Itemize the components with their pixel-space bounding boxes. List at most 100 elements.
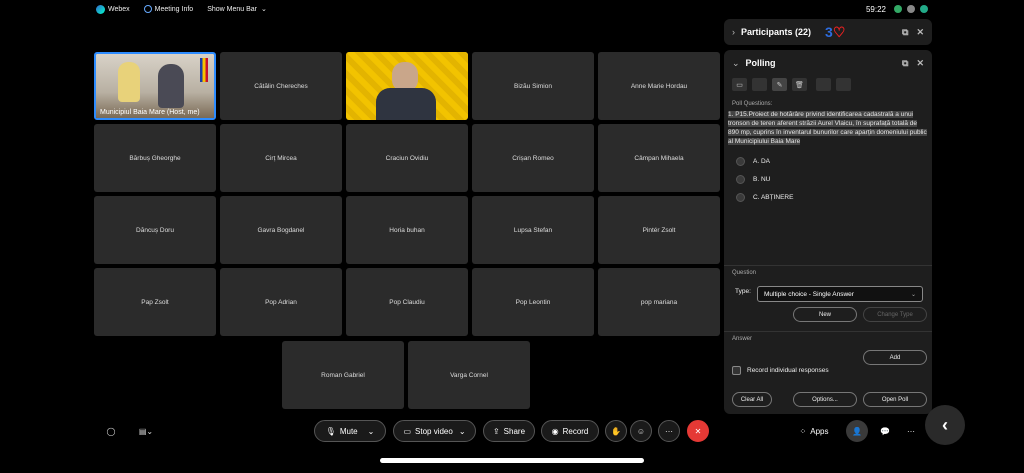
participant-name: Bărbuș Gheorghe [129, 154, 181, 162]
participant-tile[interactable]: Cătălin Chereches [220, 52, 342, 120]
participant-tile[interactable]: pop mariana [598, 268, 720, 336]
info-circle-icon[interactable] [907, 5, 915, 13]
participant-tile[interactable]: Câmpan Mihaela [598, 124, 720, 192]
share-button[interactable]: ⇪ Share [483, 420, 535, 442]
participant-name: Câmpan Mihaela [634, 154, 684, 162]
chevron-down-icon[interactable]: ⌄ [732, 58, 740, 69]
participant-tile[interactable]: Cirț Mircea [220, 124, 342, 192]
participant-video-tile[interactable] [346, 52, 468, 120]
participant-name: Varga Cornel [450, 371, 488, 379]
participant-tile[interactable]: Dăncuș Doru [94, 196, 216, 264]
poll-option[interactable]: A. DA [724, 152, 932, 170]
popout-icon[interactable]: ⧉ [902, 27, 908, 38]
close-icon[interactable]: ✕ [916, 58, 924, 69]
participant-name: Crișan Romeo [512, 154, 554, 162]
raise-hand-icon[interactable]: ✋ [605, 420, 627, 442]
participant-name: Dăncuș Doru [136, 226, 174, 234]
participant-name: Anne Marie Hordau [630, 82, 688, 90]
poll-question-text[interactable]: 1. P15.Proiect de hotărâre privind ident… [728, 110, 928, 146]
new-question-button[interactable]: New [793, 307, 857, 322]
network-icon[interactable] [920, 5, 928, 13]
poll-option-label: B. NU [753, 175, 771, 183]
radio-button[interactable] [736, 174, 745, 184]
shield-icon [894, 5, 902, 13]
participant-tile[interactable]: Crișan Romeo [472, 124, 594, 192]
home-indicator[interactable] [380, 458, 644, 463]
show-menu-bar-button[interactable]: Show Menu Bar ⌄ [207, 5, 267, 14]
captions-icon[interactable]: ▤⌄ [132, 420, 160, 442]
chevron-down-icon[interactable]: ⌄ [368, 427, 375, 436]
chevron-down-icon[interactable]: ⌄ [459, 427, 466, 436]
chevron-right-icon[interactable]: › [732, 27, 735, 37]
add-answer-button[interactable]: Add [863, 350, 927, 365]
polling-title: Polling [745, 58, 776, 68]
type-label: Type: [735, 288, 751, 295]
polling-panel: ⌄ Polling ⧉ ✕ ▭ ✎ 🗑 Poll Questions: 1. P… [724, 50, 932, 414]
participant-tile[interactable]: Gavra Bogdanel [220, 196, 342, 264]
camera-feed [346, 52, 468, 120]
microphone-icon: 🎙 [325, 426, 336, 436]
participant-tile[interactable]: Pintér Zsolt [598, 196, 720, 264]
radio-button[interactable] [736, 156, 745, 166]
mute-button[interactable]: 🎙 Mute ⌄ [314, 420, 386, 442]
popout-icon[interactable]: ⧉ [902, 58, 908, 69]
delete-icon[interactable]: 🗑 [792, 78, 807, 91]
participant-tile[interactable]: Varga Cornel [408, 341, 530, 409]
poll-options-list: A. DA B. NU C. ABȚINERE [724, 152, 932, 206]
move-down-icon[interactable] [836, 78, 851, 91]
participant-tile[interactable]: Craciun Ovidiu [346, 124, 468, 192]
stop-video-button[interactable]: ▭ Stop video ⌄ [393, 420, 476, 442]
participant-tile[interactable]: Pop Adrian [220, 268, 342, 336]
meeting-info-button[interactable]: Meeting Info [143, 5, 194, 13]
webex-menu[interactable]: Webex [96, 4, 130, 14]
more-panels-icon[interactable]: ⋯ [900, 420, 922, 442]
participant-tile[interactable]: Pop Claudiu [346, 268, 468, 336]
participant-tile[interactable]: Bărbuș Gheorghe [94, 124, 216, 192]
chat-icon[interactable]: 💬 [874, 420, 896, 442]
chevron-down-icon: ⌄ [910, 291, 916, 298]
radio-button[interactable] [736, 192, 745, 202]
meeting-timer: 59:22 [865, 4, 886, 14]
question-type-select[interactable]: Multiple choice - Single Answer ⌄ [757, 286, 923, 302]
save-icon[interactable] [752, 78, 767, 91]
back-chevron-icon[interactable]: ‹ [925, 405, 965, 445]
record-button[interactable]: ◉ Record [541, 420, 599, 442]
move-up-icon[interactable] [816, 78, 831, 91]
participant-tile[interactable]: Lupsa Stefan [472, 196, 594, 264]
poll-option[interactable]: C. ABȚINERE [724, 188, 932, 206]
participant-tile[interactable]: Horia buhan [346, 196, 468, 264]
meeting-info-label: Meeting Info [154, 5, 194, 13]
reactions-icon[interactable]: ◯ [100, 420, 122, 442]
poll-option-label: C. ABȚINERE [753, 193, 794, 201]
apps-button[interactable]: ⁘ Apps [792, 420, 836, 442]
poll-questions-label: Poll Questions: [732, 101, 773, 107]
participant-name: Roman Gabriel [321, 371, 365, 379]
record-icon: ◉ [551, 426, 559, 436]
emoji-reaction-icon[interactable]: ☺ [630, 420, 652, 442]
participant-tile[interactable]: Roman Gabriel [282, 341, 404, 409]
participants-icon[interactable]: 👤 [846, 420, 868, 442]
participant-tile[interactable]: Anne Marie Hordau [598, 52, 720, 120]
edit-icon[interactable]: ✎ [772, 78, 787, 91]
participant-name: pop mariana [640, 298, 678, 306]
participant-tile[interactable]: Bizău Simion [472, 52, 594, 120]
more-options-icon[interactable]: ⋯ [658, 420, 680, 442]
options-button[interactable]: Options... [793, 392, 857, 407]
poll-toolbar: ▭ ✎ 🗑 [724, 78, 932, 91]
open-file-icon[interactable]: ▭ [732, 78, 747, 91]
open-poll-button[interactable]: Open Poll [863, 392, 927, 407]
participant-tile[interactable]: Pap Zsolt [94, 268, 216, 336]
clear-all-button[interactable]: Clear All [732, 392, 772, 407]
change-type-button[interactable]: Change Type [863, 307, 927, 322]
participant-tile[interactable]: Pop Leontin [472, 268, 594, 336]
participant-video-tile[interactable]: Municipiul Baia Mare (Host, me) [94, 52, 216, 120]
poll-option[interactable]: B. NU [724, 170, 932, 188]
record-responses-checkbox[interactable]: Record individual responses [732, 366, 829, 375]
close-icon[interactable]: ✕ [916, 27, 924, 38]
leave-meeting-button[interactable]: ✕ [687, 420, 709, 442]
participants-panel: › Participants (22) 3♡ ⧉ ✕ [724, 19, 932, 45]
show-menu-bar-label: Show Menu Bar [207, 5, 258, 13]
participant-name: Pintér Zsolt [642, 226, 676, 234]
share-icon: ⇪ [492, 426, 500, 436]
participant-name: Pop Leontin [515, 298, 551, 306]
